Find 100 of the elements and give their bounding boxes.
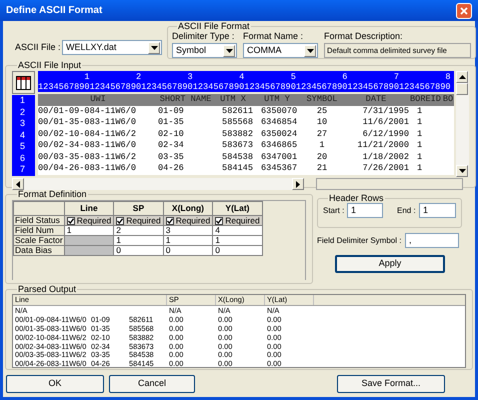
checkbox[interactable] [66, 216, 75, 225]
delimiter-dropdown[interactable]: Symbol [172, 43, 237, 58]
table-cell-text: 02-34 [158, 140, 185, 152]
checkbox[interactable] [116, 216, 124, 225]
row-header: Data Bias [14, 246, 64, 256]
table-cell-text: 1 [416, 117, 424, 128]
checkbox-label: Required [126, 215, 161, 226]
table-cell-text: 584145 [221, 163, 253, 174]
table-cell-text: 583673 [221, 140, 253, 152]
row-number: 5 [19, 141, 26, 152]
window-title: Define ASCII Format [6, 4, 102, 18]
table-cell-text: 00/02-10-084-11W6/2 [38, 128, 137, 140]
caret-icon [226, 48, 232, 52]
horizontal-scrollbar[interactable] [316, 178, 463, 190]
table-cell-text: 01-35 [158, 117, 185, 128]
scroll-up-button[interactable] [456, 71, 468, 83]
table-cell-text: 1 [416, 140, 424, 152]
table-cell-text: 00/01-09-084-11W6/0 [38, 106, 137, 117]
scroll-right-button[interactable] [292, 178, 304, 190]
column-header: Line [64, 202, 114, 216]
column-header: UTM X [219, 94, 247, 106]
column-header: SP [114, 202, 164, 216]
caret-icon [150, 46, 158, 50]
field-label: ASCII File : [15, 41, 62, 54]
ok-button[interactable]: OK [6, 375, 104, 393]
start-field[interactable]: 1 [347, 203, 383, 218]
column-header: SHORT NAME [158, 94, 212, 106]
column-header: DATE [364, 94, 388, 106]
table-cell-text: 1 [318, 140, 326, 152]
row-number: 1 [19, 95, 26, 106]
arrow-icon [16, 180, 20, 188]
table-cell-text: 21 [316, 163, 328, 174]
format-dropdown[interactable]: COMMA [243, 43, 318, 58]
row-number: 3 [19, 118, 26, 130]
group-title: Header Rows [328, 193, 385, 203]
end-field[interactable]: 1 [419, 203, 456, 218]
table-cell-text: 6346854 [260, 117, 298, 128]
caret-icon [306, 48, 314, 52]
column-header: BO [442, 94, 454, 106]
check-icon [216, 218, 222, 224]
checkbox[interactable] [166, 216, 174, 225]
row-number: 7 [19, 164, 26, 176]
checkbox-label: Required [225, 215, 260, 226]
row-number: 6 [19, 152, 26, 164]
delimiter-field[interactable]: , [405, 233, 459, 248]
table-cell-text: 11/21/2000 [356, 140, 409, 152]
table-cell-text: 582611 [221, 106, 253, 117]
field-label: Delimiter Type : [172, 31, 236, 42]
check-icon [166, 218, 173, 224]
checkbox[interactable] [215, 216, 224, 225]
field-label: End : [397, 204, 417, 216]
scroll-left-button[interactable] [12, 178, 24, 190]
column-header: X(Long) [163, 202, 213, 216]
field-label: Format Description: [324, 31, 404, 42]
column-header: UWI [89, 94, 107, 106]
group-title: ASCII File Format [177, 21, 251, 31]
table-cell-text: 1 [416, 106, 424, 117]
horizontal-scrollbar[interactable] [12, 178, 304, 190]
scroll-thumb[interactable] [456, 83, 468, 95]
column-header: SYMBOL [306, 94, 338, 106]
group-title: Parsed Output [17, 284, 78, 294]
check-icon [68, 218, 74, 224]
column-header: UTM Y [263, 94, 291, 106]
table-cell-text: 6347001 [260, 152, 298, 163]
file-dropdown[interactable]: WELLXY.dat [62, 40, 162, 55]
ruler-ones: 12345678901234567890123456789012345678901234567890123456789012345678901234567890 [38, 82, 452, 92]
grid-icon[interactable] [12, 71, 35, 94]
table-cell-text: 6350070 [260, 106, 298, 117]
vertical-scrollbar[interactable] [456, 71, 469, 177]
table-cell-text: 7/26/2001 [362, 163, 409, 174]
group-title: Format Definition [17, 189, 88, 199]
table-cell-text: 6350024 [260, 128, 298, 140]
table-cell-text: 00/03-35-083-11W6/2 [38, 152, 137, 163]
arrow-icon [296, 180, 300, 188]
table-cell-text: 584538 [221, 152, 253, 163]
close-icon [460, 6, 468, 14]
column-header: Y(Lat) [212, 202, 262, 216]
table-cell-text: 6/12/1990 [362, 128, 409, 140]
scroll-down-button[interactable] [456, 165, 468, 177]
row-header: Field Status [14, 216, 64, 226]
table-cell-text: 27 [316, 128, 328, 140]
table-cell-text: 1/18/2002 [362, 152, 409, 163]
checkbox-label: Required [176, 215, 210, 226]
table-cell-text: 1 [416, 152, 424, 163]
group-title: ASCII File Input [17, 60, 82, 70]
arrow-icon [458, 75, 466, 79]
table-cell-text: 02-10 [158, 128, 185, 140]
check-icon [117, 218, 124, 224]
field-label: Start : [323, 204, 346, 216]
table-cell-text: 1 [416, 128, 424, 140]
apply-button[interactable]: Apply [335, 255, 445, 273]
column-header: BOREID [409, 94, 442, 106]
table-cell-text: 01-09 [158, 106, 185, 117]
close-button[interactable] [456, 2, 472, 18]
table-cell-text: 7/31/1995 [362, 106, 409, 117]
table-cell-text: 6346865 [260, 140, 298, 152]
save-format-button[interactable]: Save Format... [337, 375, 445, 393]
table-cell-text: 20 [316, 152, 328, 163]
table-cell-text: 04-26 [158, 163, 185, 174]
cancel-button[interactable]: Cancel [109, 375, 195, 393]
